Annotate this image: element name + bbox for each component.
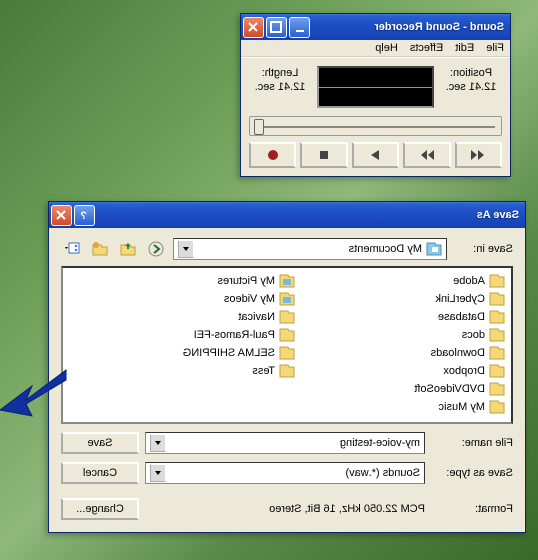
back-icon: [148, 241, 164, 257]
cancel-button[interactable]: Cancel: [61, 462, 139, 484]
folder-icon: [489, 400, 505, 414]
my-documents-icon: [426, 242, 442, 256]
savetype-label: Save as type:: [431, 467, 513, 479]
recorder-titlebar[interactable]: Sound - Sound Recorder: [241, 14, 510, 40]
folder-icon: [489, 292, 505, 306]
playback-slider[interactable]: [249, 116, 502, 136]
save-in-dropdown[interactable]: My Documents: [173, 238, 447, 260]
dropdown-arrow[interactable]: [150, 464, 166, 482]
saveas-titlebar[interactable]: Save As: [49, 202, 525, 228]
up-one-level-button[interactable]: [117, 238, 139, 260]
help-button[interactable]: [74, 205, 95, 226]
save-in-label: Save in:: [453, 243, 513, 255]
record-icon: [268, 150, 278, 160]
seek-forward-icon: [419, 149, 435, 161]
length-label: Length:: [249, 66, 311, 80]
folder-icon: [489, 364, 505, 378]
help-icon: [79, 209, 91, 221]
list-item[interactable]: My Pictures: [105, 272, 295, 289]
save-button[interactable]: Save: [61, 432, 139, 454]
new-folder-icon: [92, 241, 108, 257]
up-folder-icon: [120, 241, 136, 257]
views-icon: [64, 241, 80, 257]
minimize-icon: [294, 21, 306, 33]
play-button[interactable]: [352, 142, 399, 168]
folder-icon: [279, 274, 295, 288]
list-item[interactable]: Tess: [105, 362, 295, 379]
saveas-title: Save As: [95, 209, 519, 221]
chevron-down-icon: [154, 439, 162, 447]
folder-icon: [489, 346, 505, 360]
slider-thumb[interactable]: [254, 119, 264, 135]
recorder-menubar: File Edit Effects Help: [241, 40, 510, 57]
list-item[interactable]: My Music: [315, 398, 505, 415]
record-button[interactable]: [249, 142, 296, 168]
stop-button[interactable]: [300, 142, 347, 168]
list-item[interactable]: CyberLink: [315, 290, 505, 307]
folder-icon: [279, 346, 295, 360]
close-icon: [248, 21, 260, 33]
file-listing[interactable]: Adobe CyberLink Database docs Downloads …: [61, 266, 513, 424]
seek-end-button[interactable]: [403, 142, 450, 168]
menu-effects[interactable]: Effects: [410, 42, 443, 54]
list-item[interactable]: docs: [315, 326, 505, 343]
list-item[interactable]: Downloads: [315, 344, 505, 361]
menu-file[interactable]: File: [486, 42, 504, 54]
close-button[interactable]: [243, 17, 264, 38]
list-item[interactable]: DVDVideoSoft: [315, 380, 505, 397]
menu-edit[interactable]: Edit: [455, 42, 474, 54]
change-button[interactable]: Change...: [61, 498, 139, 520]
minimize-button[interactable]: [289, 17, 310, 38]
list-item[interactable]: Paul-Ramos-FEI: [105, 326, 295, 343]
back-button[interactable]: [145, 238, 167, 260]
format-label: Format:: [431, 503, 513, 515]
menu-help[interactable]: Help: [375, 42, 398, 54]
waveform-display: [317, 66, 434, 108]
length-value: 12.41 sec.: [249, 80, 311, 94]
sound-recorder-window: Sound - Sound Recorder File Edit Effects…: [240, 13, 511, 177]
save-in-value: My Documents: [349, 243, 422, 255]
folder-icon: [279, 292, 295, 306]
seek-start-button[interactable]: [455, 142, 502, 168]
maximize-button[interactable]: [266, 17, 287, 38]
filename-value: my-voice-testing: [340, 437, 420, 449]
folder-icon: [279, 310, 295, 324]
position-value: 12.41 sec.: [440, 80, 502, 94]
list-item[interactable]: Adobe: [315, 272, 505, 289]
close-icon: [56, 209, 68, 221]
chevron-down-icon: [182, 245, 190, 253]
close-button[interactable]: [51, 205, 72, 226]
savetype-value: Sounds (*.wav): [345, 467, 420, 479]
folder-icon: [489, 310, 505, 324]
savetype-dropdown[interactable]: Sounds (*.wav): [145, 462, 425, 484]
play-icon: [367, 149, 383, 161]
new-folder-button[interactable]: [89, 238, 111, 260]
list-item[interactable]: My Videos: [105, 290, 295, 307]
stop-icon: [316, 149, 332, 161]
list-item[interactable]: SELMA SHIPPING: [105, 344, 295, 361]
folder-icon: [489, 382, 505, 396]
dropdown-arrow[interactable]: [150, 434, 166, 452]
filename-label: File name:: [431, 437, 513, 449]
folder-icon: [279, 328, 295, 342]
position-label: Position:: [440, 66, 502, 80]
list-item[interactable]: Navicat: [105, 308, 295, 325]
views-button[interactable]: [61, 238, 83, 260]
format-value: PCM 22.050 kHz, 16 Bit, Stereo: [145, 503, 425, 515]
save-as-dialog: Save As Save in: My Documents Adobe Cybe…: [48, 201, 526, 533]
position-readout: Position: 12.41 sec.: [440, 66, 502, 108]
list-item[interactable]: Dropbox: [315, 362, 505, 379]
recorder-title: Sound - Sound Recorder: [310, 21, 504, 33]
chevron-down-icon: [154, 469, 162, 477]
filename-input[interactable]: my-voice-testing: [145, 432, 425, 454]
folder-icon: [279, 364, 295, 378]
length-readout: Length: 12.41 sec.: [249, 66, 311, 108]
folder-icon: [489, 274, 505, 288]
folder-icon: [489, 328, 505, 342]
list-item[interactable]: Database: [315, 308, 505, 325]
seek-back-icon: [470, 149, 486, 161]
maximize-icon: [271, 21, 283, 33]
dropdown-arrow[interactable]: [178, 240, 194, 258]
